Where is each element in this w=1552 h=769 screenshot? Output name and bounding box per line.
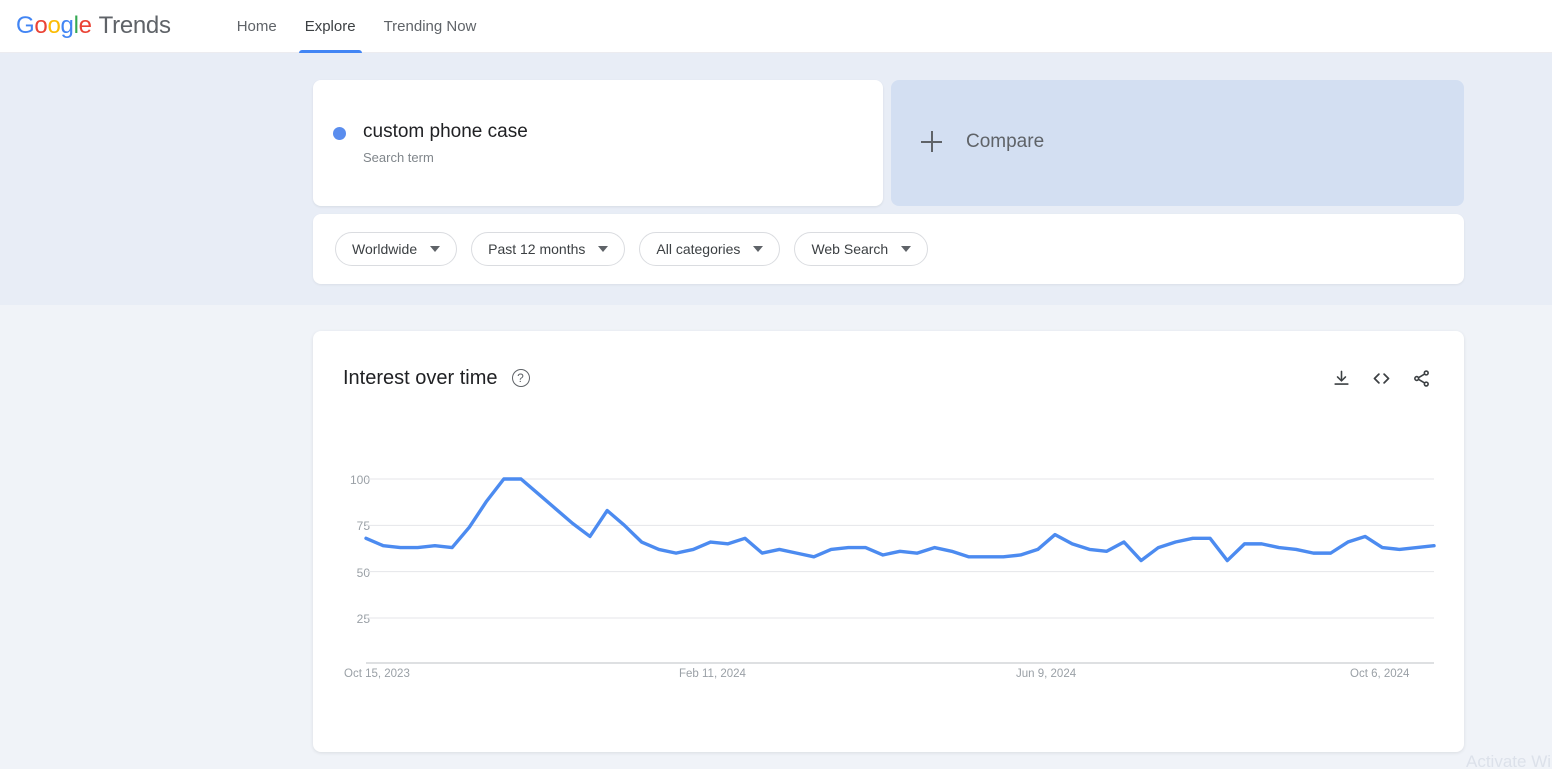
nav-item-explore[interactable]: Explore [291, 0, 370, 53]
download-icon[interactable] [1324, 361, 1358, 395]
x-tick-0: Oct 15, 2023 [344, 668, 410, 680]
nav-item-trending-now[interactable]: Trending Now [370, 0, 491, 53]
chevron-down-icon [901, 246, 912, 252]
chart-title-wrap: Interest over time ? [343, 367, 530, 390]
main-nav: Home Explore Trending Now [223, 0, 491, 53]
filter-location[interactable]: Worldwide [335, 232, 458, 266]
embed-code-icon[interactable] [1364, 361, 1398, 395]
google-trends-logo[interactable]: Google Trends [16, 12, 171, 40]
chevron-down-icon [753, 246, 764, 252]
query-row: custom phone case Search term Compare [313, 80, 1464, 206]
chart-header: Interest over time ? [343, 361, 1438, 395]
filter-time-range-label: Past 12 months [488, 241, 586, 257]
google-wordmark: Google [16, 12, 92, 39]
chart-title: Interest over time [343, 366, 498, 389]
chart-canvas[interactable] [313, 455, 1464, 665]
chevron-down-icon [598, 246, 609, 252]
chevron-down-icon [430, 246, 441, 252]
chart-actions [1318, 361, 1438, 395]
x-tick-3: Oct 6, 2024 [1350, 668, 1410, 680]
share-icon[interactable] [1404, 361, 1438, 395]
series-color-dot [333, 127, 346, 140]
search-term-text-block: custom phone case Search term [363, 121, 528, 165]
search-term-content: custom phone case Search term [333, 121, 528, 165]
filter-category-label: All categories [656, 241, 741, 257]
compare-content: Compare [921, 131, 1044, 153]
plus-icon [921, 131, 943, 153]
filter-search-type[interactable]: Web Search [794, 232, 929, 266]
add-comparison-card[interactable]: Compare [891, 80, 1464, 206]
search-term-card[interactable]: custom phone case Search term [313, 80, 883, 206]
nav-item-home[interactable]: Home [223, 0, 291, 53]
filter-category[interactable]: All categories [639, 232, 781, 266]
help-circle-icon[interactable]: ? [511, 369, 530, 387]
x-tick-1: Feb 11, 2024 [679, 668, 746, 680]
activation-watermark: Activate Windows [1466, 752, 1552, 769]
search-term-type: Search term [363, 150, 434, 165]
compare-label: Compare [966, 131, 1045, 152]
app-header: Google Trends Home Explore Trending Now [0, 0, 1552, 53]
product-name: Trends [98, 12, 171, 39]
filter-bar: Worldwide Past 12 months All categories … [313, 214, 1464, 284]
x-tick-2: Jun 9, 2024 [1016, 668, 1077, 680]
filter-search-type-label: Web Search [811, 241, 889, 257]
search-term-value: custom phone case [363, 121, 528, 142]
filter-time-range[interactable]: Past 12 months [471, 232, 626, 266]
trends-explore-page: Google Trends Home Explore Trending Now … [0, 0, 1552, 769]
interest-over-time-plot: 100 75 50 25 Oct 15, 2023 Feb 11, 2024 J… [313, 455, 1464, 685]
filter-location-label: Worldwide [352, 241, 418, 257]
